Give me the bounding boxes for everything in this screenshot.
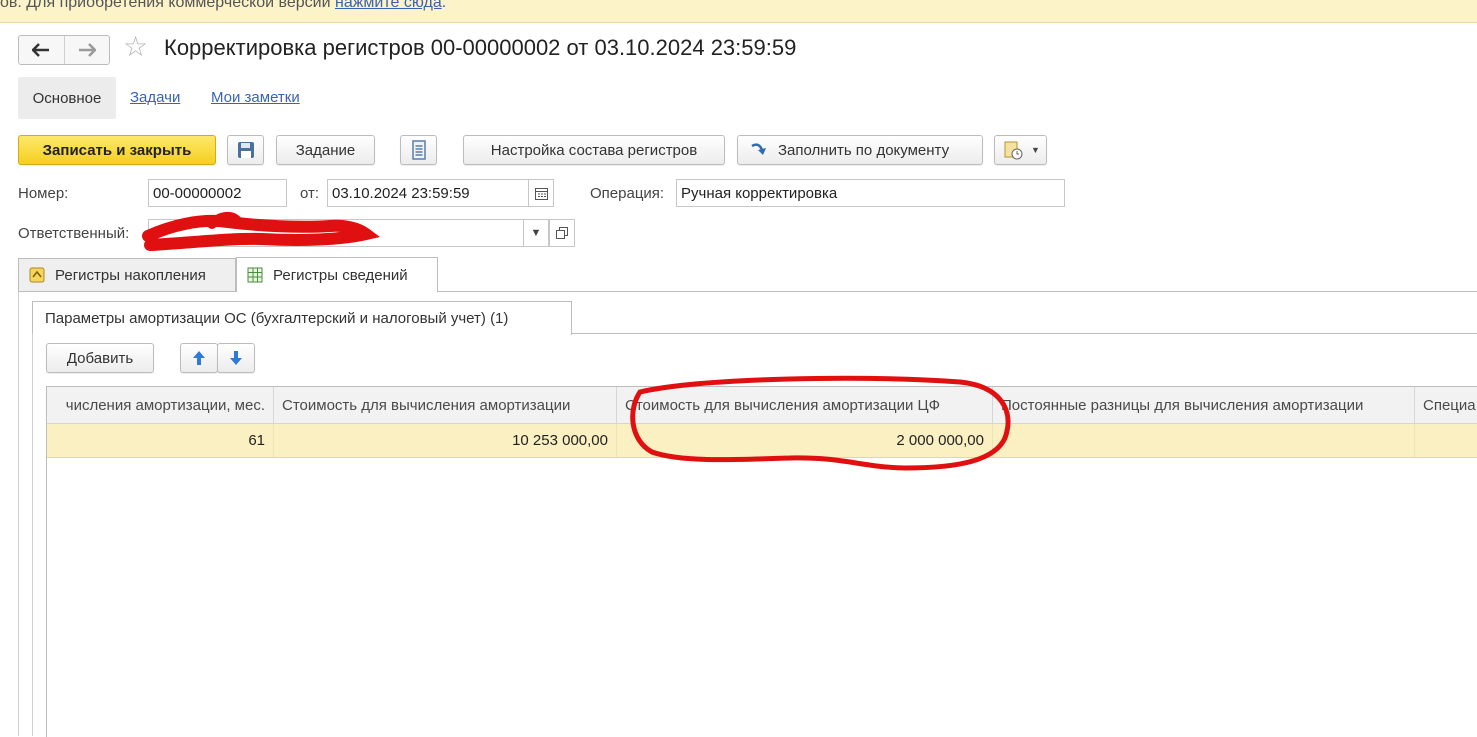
fill-by-document-label: Заполнить по документу bbox=[778, 141, 950, 159]
chevron-down-icon: ▼ bbox=[1031, 145, 1040, 155]
date-label: от: bbox=[300, 185, 320, 202]
subtab-divider bbox=[572, 333, 1477, 334]
responsible-field[interactable]: а bbox=[148, 219, 524, 247]
calendar-button[interactable] bbox=[528, 179, 554, 207]
section-notes-link[interactable]: Мои заметки bbox=[211, 89, 300, 106]
task-button[interactable]: Задание bbox=[276, 135, 375, 165]
section-main[interactable]: Основное bbox=[18, 77, 116, 119]
arrow-left-icon bbox=[32, 43, 50, 57]
save-button[interactable] bbox=[227, 135, 264, 165]
license-banner-text: ов. Для приобретения коммерческой версии… bbox=[0, 0, 446, 12]
cell-permanent-diff[interactable] bbox=[993, 424, 1415, 457]
depreciation-params-table: числения амортизации, мес. Стоимость для… bbox=[46, 386, 1477, 737]
column-header-cost[interactable]: Стоимость для вычисления амортизации bbox=[274, 387, 617, 423]
open-window-icon bbox=[556, 227, 568, 239]
cell-special[interactable] bbox=[1415, 424, 1477, 457]
register-panel-border bbox=[18, 291, 19, 736]
document-clock-icon bbox=[1004, 141, 1023, 160]
floppy-disk-icon bbox=[237, 142, 254, 158]
column-header-permanent-diff[interactable]: Постоянные разницы для вычисления аморти… bbox=[993, 387, 1415, 423]
table-row[interactable]: 61 10 253 000,00 2 000 000,00 bbox=[47, 424, 1477, 458]
responsible-label: Ответственный: bbox=[18, 225, 130, 242]
cell-cost[interactable]: 10 253 000,00 bbox=[274, 424, 617, 457]
accumulation-register-icon bbox=[29, 267, 45, 283]
responsible-dropdown-button[interactable]: ▼ bbox=[523, 219, 549, 247]
back-button[interactable] bbox=[19, 36, 64, 64]
responsible-value: а bbox=[364, 224, 373, 242]
arrow-right-icon bbox=[78, 43, 96, 57]
column-header-special[interactable]: Специа bbox=[1415, 387, 1477, 423]
purchase-link[interactable]: нажмите сюда bbox=[335, 0, 442, 11]
table-header: числения амортизации, мес. Стоимость для… bbox=[47, 387, 1477, 424]
navigation-buttons bbox=[18, 35, 110, 65]
responsible-open-button[interactable] bbox=[549, 219, 575, 247]
add-row-button[interactable]: Добавить bbox=[46, 343, 154, 373]
tab-accumulation-registers[interactable]: Регистры накопления bbox=[18, 258, 236, 291]
cell-cost-cf[interactable]: 2 000 000,00 bbox=[617, 424, 993, 457]
tab-accumulation-label: Регистры накопления bbox=[55, 266, 206, 284]
page-title: Корректировка регистров 00-00000002 от 0… bbox=[164, 35, 797, 60]
column-header-period[interactable]: числения амортизации, мес. bbox=[47, 387, 274, 423]
subtab-panel-border bbox=[32, 334, 33, 736]
move-down-button[interactable] bbox=[217, 343, 255, 373]
column-header-cost-cf[interactable]: Стоимость для вычисления амортизации ЦФ bbox=[617, 387, 993, 423]
list-document-icon bbox=[411, 140, 426, 160]
arrow-down-icon bbox=[230, 351, 242, 365]
chevron-down-icon: ▼ bbox=[530, 227, 542, 239]
number-field[interactable]: 00-00000002 bbox=[148, 179, 287, 207]
more-actions-button[interactable]: ▼ bbox=[994, 135, 1047, 165]
register-setup-button[interactable]: Настройка состава регистров bbox=[463, 135, 725, 165]
tab-info-registers[interactable]: Регистры сведений bbox=[236, 257, 438, 292]
license-banner-tail: . bbox=[441, 0, 447, 11]
section-tasks-link[interactable]: Задачи bbox=[130, 89, 180, 106]
arrow-up-icon bbox=[193, 351, 205, 365]
fill-by-document-button[interactable]: Заполнить по документу bbox=[737, 135, 983, 165]
cell-period[interactable]: 61 bbox=[47, 424, 274, 457]
license-banner-message: ов. Для приобретения коммерческой версии bbox=[0, 0, 335, 11]
operation-label: Операция: bbox=[590, 185, 665, 202]
move-up-button[interactable] bbox=[180, 343, 218, 373]
date-field[interactable]: 03.10.2024 23:59:59 bbox=[327, 179, 529, 207]
favorite-star-icon[interactable]: ☆ bbox=[123, 33, 148, 61]
operation-field[interactable]: Ручная корректировка bbox=[676, 179, 1065, 207]
tab-info-label: Регистры сведений bbox=[273, 266, 408, 284]
number-label: Номер: bbox=[18, 185, 69, 202]
info-register-grid-icon bbox=[247, 267, 263, 283]
forward-button[interactable] bbox=[63, 36, 110, 64]
save-and-close-button[interactable]: Записать и закрыть bbox=[18, 135, 216, 165]
calendar-icon bbox=[534, 187, 548, 200]
curved-arrow-icon bbox=[751, 143, 766, 155]
report-button[interactable] bbox=[400, 135, 437, 165]
tab-depreciation-params[interactable]: Параметры амортизации ОС (бухгалтерский … bbox=[32, 301, 572, 335]
